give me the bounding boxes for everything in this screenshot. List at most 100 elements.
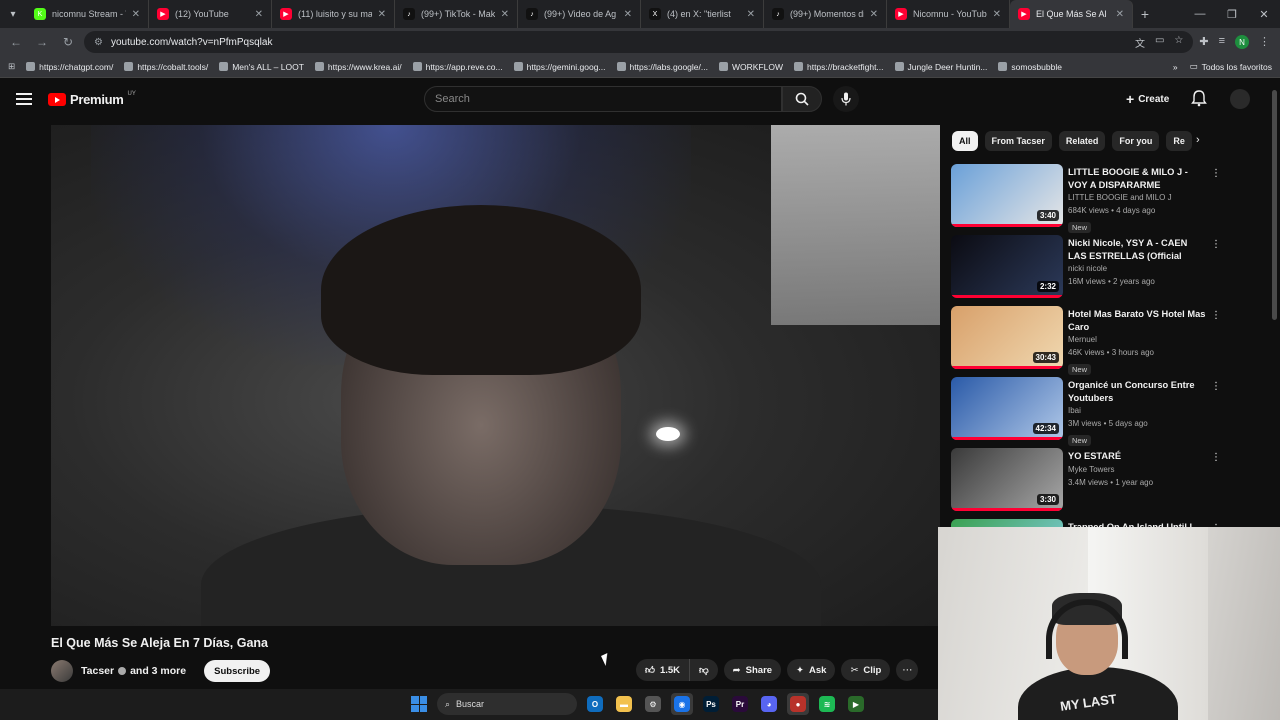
browser-menu-icon[interactable]: ⋮ <box>1259 35 1270 49</box>
apps-grid-icon[interactable]: ⊞ <box>8 61 15 72</box>
tab-close-icon[interactable]: ✕ <box>1116 9 1124 20</box>
kebab-menu-icon[interactable]: ⋮ <box>1211 452 1221 463</box>
settings-icon[interactable]: ⚙ <box>642 693 664 715</box>
bookmark-item[interactable]: https://chatgpt.com/ <box>26 62 113 72</box>
spotify-icon[interactable]: ≋ <box>816 693 838 715</box>
filter-chip[interactable]: Related <box>1058 131 1106 151</box>
chrome-icon[interactable]: ◉ <box>671 693 693 715</box>
related-video-item[interactable]: 42:34 Organicé un Concurso Entre Youtuber… <box>951 377 1231 447</box>
tab-close-icon[interactable]: ✕ <box>501 9 509 20</box>
browser-tab[interactable]: ▶ Nicomnu - YouTube ✕ <box>887 0 1010 28</box>
voice-search-button[interactable] <box>833 86 859 112</box>
discord-icon[interactable]: ◕ <box>758 693 780 715</box>
tab-close-icon[interactable]: ✕ <box>993 9 1001 20</box>
outlook-icon[interactable]: O <box>584 693 606 715</box>
related-video-item[interactable]: 30:43 Hotel Mas Barato VS Hotel Mas Caro M… <box>951 306 1231 376</box>
photoshop-icon[interactable]: Ps <box>700 693 722 715</box>
chevron-right-icon[interactable]: › <box>1196 134 1200 146</box>
clip-button[interactable]: ✂ Clip <box>841 659 891 681</box>
kebab-menu-icon[interactable]: ⋮ <box>1211 168 1221 179</box>
search-input[interactable]: Search <box>424 86 782 112</box>
site-info-icon[interactable]: ⚙ <box>94 37 103 48</box>
channel-avatar[interactable] <box>51 660 73 682</box>
create-button[interactable]: + Create <box>1118 87 1177 111</box>
url-input[interactable]: ⚙ youtube.com/watch?v=nPfmPqsqlak 文 ▭ ☆ <box>84 31 1194 53</box>
browser-tab[interactable]: ▶ (11) luisito y su mala ✕ <box>272 0 395 28</box>
video-thumbnail[interactable]: 42:34 <box>951 377 1063 440</box>
back-icon[interactable]: ← <box>6 35 26 49</box>
subscribe-button[interactable]: Subscribe <box>204 660 271 682</box>
browser-tab[interactable]: ▶ (12) YouTube ✕ <box>149 0 272 28</box>
bookmark-item[interactable]: WORKFLOW <box>718 62 783 72</box>
search-button[interactable] <box>782 86 822 112</box>
browser-tab[interactable]: Knicomnu Stream - W ✕ <box>26 0 149 28</box>
profile-avatar[interactable]: N <box>1235 35 1249 49</box>
youtube-logo[interactable]: Premium UY <box>48 91 136 107</box>
tab-close-icon[interactable]: ✕ <box>747 9 755 20</box>
dislike-button[interactable]: 👎︎ <box>690 659 718 681</box>
related-video-item[interactable]: 2:32 Nicki Nicole, YSY A - CAEN LAS ESTRE… <box>951 235 1231 305</box>
bookmarks-folder[interactable]: ▭ Todos los favoritos <box>1190 61 1272 72</box>
minimize-icon[interactable]: — <box>1184 8 1216 21</box>
media-icon[interactable]: ▶ <box>845 693 867 715</box>
bookmark-item[interactable]: https://cobalt.tools/ <box>124 62 208 72</box>
kebab-menu-icon[interactable]: ⋮ <box>1211 310 1221 321</box>
browser-tab[interactable]: ▶ El Que Más Se Al ✕ <box>1010 0 1133 28</box>
new-tab-button[interactable]: + <box>1133 6 1157 22</box>
obs-icon[interactable]: ● <box>787 693 809 715</box>
bookmark-item[interactable]: https://www.krea.ai/ <box>314 62 402 72</box>
tab-close-icon[interactable]: ✕ <box>378 9 386 20</box>
account-avatar[interactable] <box>1230 89 1250 109</box>
bookmark-item[interactable]: https://labs.google/... <box>616 62 708 72</box>
bookmark-item[interactable]: Jungle Deer Huntin... <box>894 62 987 72</box>
bookmarks-overflow-icon[interactable]: » <box>1173 62 1178 72</box>
related-video-item[interactable]: 3:30 YO ESTARÉ Myke Towers 3.4M views • 1 y… <box>951 448 1231 518</box>
related-video-item[interactable]: 3:40 LITTLE BOOGIE & MILO J - VOY A DISPA… <box>951 164 1231 234</box>
reload-icon[interactable]: ↻ <box>58 35 78 49</box>
extensions-icon[interactable]: ✚ <box>1199 35 1208 49</box>
filter-chip[interactable]: From Tacser <box>984 131 1052 151</box>
video-player[interactable] <box>51 125 940 626</box>
bookmark-star-icon[interactable]: ☆ <box>1174 35 1183 50</box>
taskbar-search[interactable]: ⌕ Buscar <box>437 693 577 715</box>
browser-tab[interactable]: ♪ (99+) Video de Ag ✕ <box>518 0 641 28</box>
tab-close-icon[interactable]: ✕ <box>870 9 878 20</box>
bookmark-item[interactable]: https://gemini.goog... <box>513 62 606 72</box>
forward-icon[interactable]: → <box>32 35 52 49</box>
video-thumbnail[interactable]: 3:30 <box>951 448 1063 511</box>
kebab-menu-icon[interactable]: ⋮ <box>1211 239 1221 250</box>
ask-button[interactable]: ✦ Ask <box>787 659 836 681</box>
more-actions-icon[interactable]: ⋯ <box>896 659 919 681</box>
tab-search-icon[interactable]: ▾ <box>0 0 26 28</box>
bookmark-item[interactable]: https://app.reve.co... <box>412 62 503 72</box>
cast-icon[interactable]: ▭ <box>1155 35 1164 50</box>
channel-name-group[interactable]: Tacser and 3 more <box>81 665 186 677</box>
browser-tab[interactable]: ♪ (99+) Momentos dive ✕ <box>764 0 887 28</box>
folder-icon[interactable]: ▬ <box>613 693 635 715</box>
premiere-icon[interactable]: Pr <box>729 693 751 715</box>
page-scrollbar[interactable] <box>1272 90 1277 320</box>
filter-chip[interactable]: For you <box>1112 131 1160 151</box>
kebab-menu-icon[interactable]: ⋮ <box>1211 381 1221 392</box>
tab-close-icon[interactable]: ✕ <box>624 9 632 20</box>
close-window-icon[interactable]: ✕ <box>1248 8 1280 21</box>
filter-chip[interactable]: Re <box>1166 131 1192 151</box>
translate-icon[interactable]: 文 <box>1135 35 1145 50</box>
tab-close-icon[interactable]: ✕ <box>255 9 263 20</box>
video-thumbnail[interactable]: 3:40 <box>951 164 1063 227</box>
restore-icon[interactable]: ❐ <box>1216 8 1248 21</box>
tab-close-icon[interactable]: ✕ <box>132 9 140 20</box>
hamburger-menu-icon[interactable] <box>16 91 32 107</box>
browser-tab[interactable]: X (4) en X: "tierlist ✕ <box>641 0 764 28</box>
filter-chip[interactable]: All <box>952 131 978 151</box>
bookmark-item[interactable]: https://bracketfight... <box>793 62 884 72</box>
browser-tab[interactable]: ♪ (99+) TikTok - Make Y ✕ <box>395 0 518 28</box>
share-button[interactable]: ➦ Share <box>723 659 782 681</box>
video-thumbnail[interactable]: 2:32 <box>951 235 1063 298</box>
bookmark-item[interactable]: somosbubble <box>998 62 1062 72</box>
bookmark-item[interactable]: Men's ALL – LOOT <box>219 62 304 72</box>
windows-start-icon[interactable] <box>408 693 430 715</box>
video-thumbnail[interactable]: 30:43 <box>951 306 1063 369</box>
like-button[interactable]: 👍︎ 1.5K <box>636 659 691 681</box>
media-controls-icon[interactable]: ≡ <box>1219 35 1225 49</box>
